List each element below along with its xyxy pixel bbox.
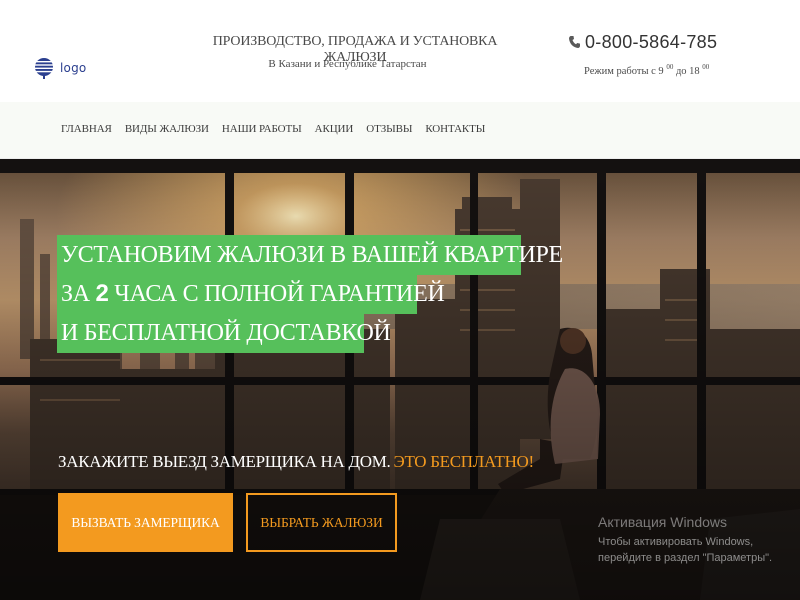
cta-text-main: ЗАКАЖИТЕ ВЫЕЗД ЗАМЕРЩИКА НА ДОМ. [58,452,391,471]
headline-line-2: ЗА 2 ЧАСА С ПОЛНОЙ ГАРАНТИЕЙ [57,274,445,314]
headline-line-2-number: 2 [95,280,109,307]
hours-middle: до 18 [673,66,700,77]
call-measurer-button[interactable]: ВЫЗВАТЬ ЗАМЕРЩИКА [58,493,233,552]
main-nav: ГЛАВНАЯ ВИДЫ ЖАЛЮЗИ НАШИ РАБОТЫ АКЦИИ ОТ… [0,102,800,159]
globe-logo-icon [35,58,53,79]
windows-activation-watermark: Активация Windows Чтобы активировать Win… [598,514,798,566]
logo[interactable]: logo [34,53,94,83]
site-subtagline: В Казани и Республике Татарстан [268,58,427,70]
phone-number[interactable]: 0-800-5864-785 [585,32,717,53]
working-hours: Режим работы с 9 00 до 18 00 [584,63,709,77]
hours-prefix: Режим работы с 9 [584,66,664,77]
windows-activation-text: Чтобы активировать Windows, перейдите в … [598,536,773,564]
logo-text: logo [60,61,87,75]
nav-item-contacts[interactable]: КОНТАКТЫ [425,123,485,135]
headline-line-2-suffix: ЧАСА С ПОЛНОЙ ГАРАНТИЕЙ [114,281,445,307]
cta-free-highlight: ЭТО БЕСПЛАТНО! [393,452,535,471]
phone-icon [569,36,580,48]
nav-list: ГЛАВНАЯ ВИДЫ ЖАЛЮЗИ НАШИ РАБОТЫ АКЦИИ ОТ… [61,123,498,135]
hero-section: УСТАНОВИМ ЖАЛЮЗИ В ВАШЕЙ КВАРТИРЕ ЗА 2 Ч… [0,159,800,600]
headline-line-2-prefix: ЗА [61,281,90,307]
headline-line-1: УСТАНОВИМ ЖАЛЮЗИ В ВАШЕЙ КВАРТИРЕ [57,235,563,275]
cta-text: ЗАКАЖИТЕ ВЫЕЗД ЗАМЕРЩИКА НА ДОМ. ЭТО БЕСП… [58,452,534,472]
headline-line-3: И БЕСПЛАТНОЙ ДОСТАВКОЙ [57,313,391,353]
nav-item-home[interactable]: ГЛАВНАЯ [61,123,112,135]
hours-sup-end: 00 [702,63,710,71]
windows-activation-title: Активация Windows [598,514,728,530]
choose-blinds-button[interactable]: ВЫБРАТЬ ЖАЛЮЗИ [246,493,397,552]
site-header: logo ПРОИЗВОДСТВО, ПРОДАЖА И УСТАНОВКА Ж… [0,0,800,102]
nav-item-reviews[interactable]: ОТЗЫВЫ [366,123,412,135]
phone-block[interactable]: 0-800-5864-785 [568,30,717,54]
nav-item-promotions[interactable]: АКЦИИ [315,123,354,135]
nav-item-blind-types[interactable]: ВИДЫ ЖАЛЮЗИ [125,123,209,135]
nav-item-our-works[interactable]: НАШИ РАБОТЫ [222,123,302,135]
